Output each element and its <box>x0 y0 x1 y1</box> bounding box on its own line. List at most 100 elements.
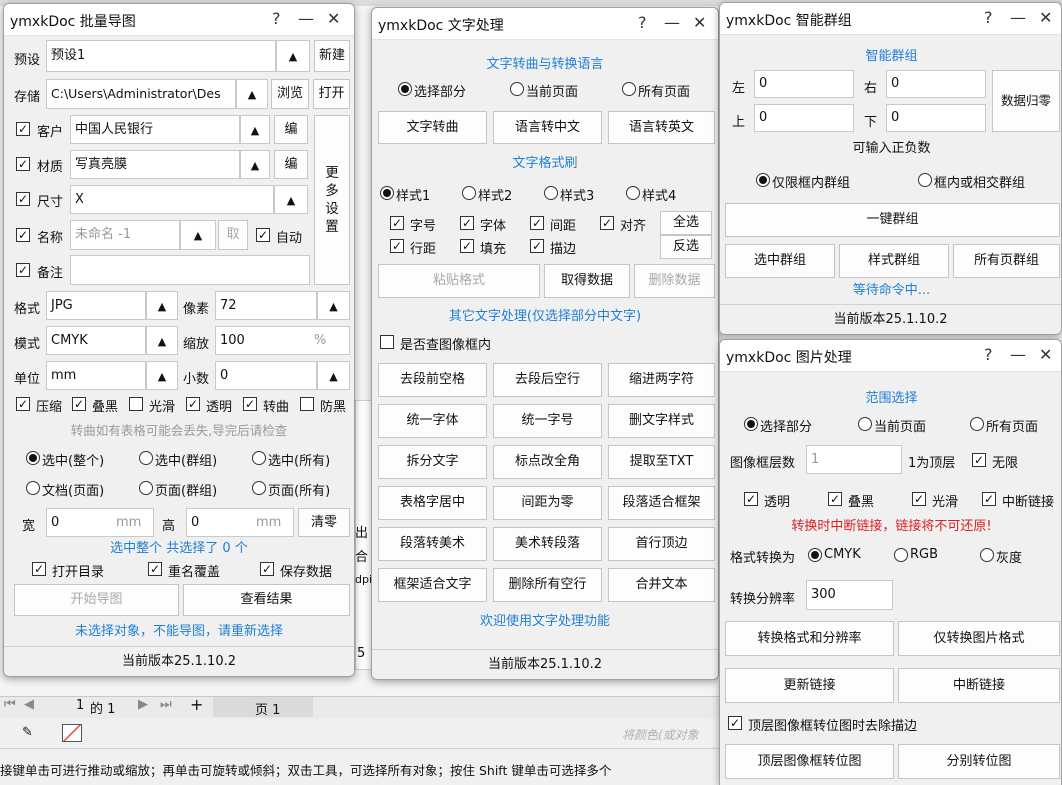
top-input[interactable]: 0 <box>754 104 854 132</box>
rename-cover-checkbox[interactable]: ✓ <box>148 562 162 576</box>
store-dropdown-icon[interactable]: ▲ <box>236 79 268 109</box>
radio-style3[interactable] <box>544 186 558 200</box>
unlimited-checkbox[interactable]: ✓ <box>972 453 986 467</box>
format-select[interactable]: JPG <box>46 291 146 320</box>
radio-intersect[interactable] <box>918 173 932 187</box>
radio-style2[interactable] <box>462 186 476 200</box>
delete-text-style-button[interactable]: 删文字样式 <box>608 404 715 438</box>
layers-input[interactable]: 1 <box>806 445 902 474</box>
separate-to-bitmap-button[interactable]: 分别转位图 <box>898 744 1060 779</box>
paste-format-button[interactable]: 粘贴格式 <box>378 264 540 298</box>
update-link-button[interactable]: 更新链接 <box>725 668 894 703</box>
material-select[interactable]: 写真亮膜 <box>70 150 240 179</box>
nav-last-icon[interactable]: ⏭ <box>160 697 172 712</box>
fill-checkbox[interactable]: ✓ <box>460 239 474 253</box>
radio-all-pages[interactable] <box>622 82 636 96</box>
radio-style1[interactable] <box>380 186 394 200</box>
radio-page-all[interactable] <box>252 481 266 495</box>
size-select[interactable]: X <box>70 185 274 214</box>
convert-format-only-button[interactable]: 仅转换图片格式 <box>898 621 1060 656</box>
all-pages-group-button[interactable]: 所有页群组 <box>953 244 1060 278</box>
help-icon[interactable]: ? <box>638 13 647 33</box>
radio-rgb[interactable] <box>894 548 908 562</box>
decimal-select[interactable]: 0 <box>215 361 317 390</box>
radio-current-page[interactable] <box>858 417 872 431</box>
line-spacing-checkbox[interactable]: ✓ <box>390 239 404 253</box>
unit-select[interactable]: mm <box>46 361 146 390</box>
align-checkbox[interactable]: ✓ <box>600 216 614 230</box>
size-checkbox[interactable]: ✓ <box>16 192 30 206</box>
stroke-checkbox[interactable]: ✓ <box>530 239 544 253</box>
radio-doc-page[interactable] <box>26 481 40 495</box>
nav-next-icon[interactable]: ▶ <box>138 697 148 712</box>
radio-select-part[interactable] <box>744 417 758 431</box>
unify-font-button[interactable]: 统一字体 <box>378 404 487 438</box>
nav-prev-icon[interactable]: ◀ <box>24 697 34 712</box>
new-button[interactable]: 新建 <box>314 40 350 72</box>
smooth-checkbox[interactable] <box>129 397 143 411</box>
close-icon[interactable]: ✕ <box>1039 8 1052 28</box>
frame-fit-text-button[interactable]: 框架适合文字 <box>378 568 487 602</box>
help-icon[interactable]: ? <box>984 345 993 365</box>
paragraph-to-artistic-button[interactable]: 段落转美术 <box>378 527 487 561</box>
remove-trailing-blank-button[interactable]: 去段后空行 <box>493 363 602 397</box>
pixel-select[interactable]: 72 <box>215 291 317 320</box>
radio-in-frame[interactable] <box>756 173 770 187</box>
minimize-icon[interactable]: — <box>1010 345 1026 365</box>
close-icon[interactable]: ✕ <box>327 9 340 29</box>
right-input[interactable]: 0 <box>886 70 986 98</box>
left-input[interactable]: 0 <box>754 70 854 98</box>
edit-client-button[interactable]: 编 <box>274 115 308 144</box>
minimize-icon[interactable]: — <box>1010 8 1026 28</box>
paragraph-fit-frame-button[interactable]: 段落适合框架 <box>608 486 715 520</box>
titlebar[interactable]: ymxkDoc 图片处理 ? — ✕ <box>720 340 1061 372</box>
black-checkbox[interactable] <box>300 397 314 411</box>
format-dropdown-icon[interactable]: ▲ <box>146 291 178 320</box>
convert-format-resolution-button[interactable]: 转换格式和分辨率 <box>725 621 894 656</box>
artistic-to-paragraph-button[interactable]: 美术转段落 <box>493 527 602 561</box>
text-to-curve-button[interactable]: 文字转曲 <box>378 111 487 144</box>
note-input[interactable] <box>70 255 310 285</box>
select-all-button[interactable]: 全选 <box>660 211 712 235</box>
radio-page-group[interactable] <box>139 481 153 495</box>
size-dropdown-icon[interactable]: ▲ <box>274 185 308 214</box>
resolution-input[interactable]: 300 <box>806 580 893 610</box>
radio-all-pages[interactable] <box>970 417 984 431</box>
remove-leading-space-button[interactable]: 去段前空格 <box>378 363 487 397</box>
mode-dropdown-icon[interactable]: ▲ <box>146 326 178 355</box>
break-link-checkbox[interactable]: ✓ <box>982 492 996 506</box>
radio-style4[interactable] <box>626 186 640 200</box>
top-frame-to-bitmap-button[interactable]: 顶层图像框转位图 <box>725 744 894 779</box>
overprint-checkbox[interactable]: ✓ <box>72 397 86 411</box>
view-result-button[interactable]: 查看结果 <box>183 584 350 616</box>
client-select[interactable]: 中国人民银行 <box>70 115 240 144</box>
merge-text-button[interactable]: 合并文本 <box>608 568 715 602</box>
material-checkbox[interactable]: ✓ <box>16 157 30 171</box>
more-settings-button[interactable]: 更多设置 <box>314 115 350 285</box>
name-checkbox[interactable]: ✓ <box>16 228 30 242</box>
radio-cmyk[interactable] <box>808 548 822 562</box>
to-english-button[interactable]: 语言转英文 <box>608 111 715 144</box>
browse-button[interactable]: 浏览 <box>271 79 309 109</box>
first-line-top-button[interactable]: 首行顶边 <box>608 527 715 561</box>
break-link-button[interactable]: 中断链接 <box>898 668 1060 703</box>
clear-button[interactable]: 清零 <box>298 508 350 537</box>
radio-selected-group[interactable] <box>139 451 153 465</box>
indent-two-chars-button[interactable]: 缩进两字符 <box>608 363 715 397</box>
nav-first-icon[interactable]: ⏮ <box>4 697 16 712</box>
decimal-dropdown-icon[interactable]: ▲ <box>317 361 350 390</box>
no-color-swatch[interactable] <box>62 724 82 742</box>
one-click-group-button[interactable]: 一键群组 <box>725 203 1060 237</box>
help-icon[interactable]: ? <box>272 9 281 29</box>
delete-empty-lines-button[interactable]: 删除所有空行 <box>493 568 602 602</box>
note-checkbox[interactable]: ✓ <box>16 263 30 277</box>
start-export-button[interactable]: 开始导图 <box>14 584 179 616</box>
radio-selected-whole[interactable] <box>26 451 40 465</box>
radio-selected-all[interactable] <box>252 451 266 465</box>
smooth-checkbox[interactable]: ✓ <box>912 492 926 506</box>
material-dropdown-icon[interactable]: ▲ <box>240 150 270 179</box>
get-data-button[interactable]: 取得数据 <box>544 264 630 298</box>
remove-stroke-checkbox[interactable]: ✓ <box>728 716 742 730</box>
image-frame-checkbox[interactable] <box>380 335 394 349</box>
open-dir-checkbox[interactable]: ✓ <box>32 562 46 576</box>
